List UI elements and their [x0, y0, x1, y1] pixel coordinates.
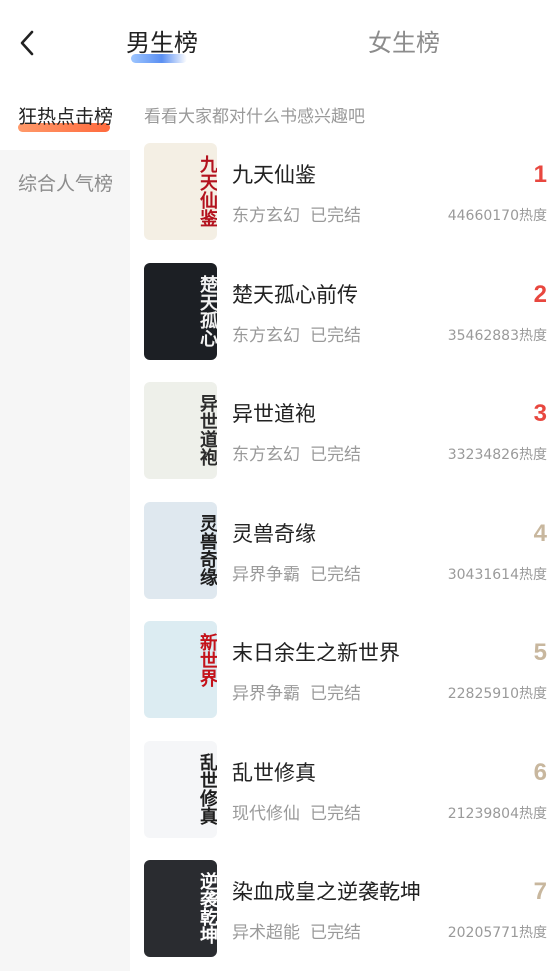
book-meta: 异界争霸 已完结	[232, 560, 361, 585]
rank-number: 1	[533, 161, 547, 188]
book-row[interactable]: 乱世修真 乱世修真 现代修仙 已完结 6 21239804热度	[144, 740, 549, 861]
book-title: 染血成皇之逆袭乾坤	[232, 880, 421, 904]
book-row[interactable]: 异世道袍 异世道袍 东方玄幻 已完结 3 33234826热度	[144, 382, 549, 502]
heat-count: 44660170热度	[447, 208, 547, 224]
heat-count: 20205771热度	[447, 925, 547, 941]
book-title: 楚天孤心前传	[232, 282, 358, 307]
top-bar: 男生榜 女生榜	[0, 0, 560, 92]
heat-count: 33234826热度	[447, 447, 547, 463]
rank-number: 5	[533, 639, 547, 666]
book-genre: 异术超能	[232, 923, 300, 943]
book-ranking-list: 九天仙鉴 九天仙鉴 东方玄幻 已完结 1 44660170热度 楚天孤心 楚天孤心…	[144, 143, 549, 980]
sidebar-item-hot-click[interactable]: 狂热点击榜	[0, 92, 130, 150]
book-row[interactable]: 灵兽奇缘 灵兽奇缘 异界争霸 已完结 4 30431614热度	[144, 501, 549, 622]
book-cover[interactable]: 乱世修真	[144, 740, 217, 838]
book-title: 灵兽奇缘	[232, 521, 316, 546]
book-meta: 东方玄幻 已完结	[232, 321, 361, 346]
rank-number: 2	[533, 280, 547, 308]
book-title: 乱世修真	[232, 760, 316, 785]
cover-title-text: 新世界	[197, 633, 217, 687]
ranking-category-sidebar: 狂热点击榜 综合人气榜	[0, 92, 130, 971]
book-cover[interactable]: 九天仙鉴	[144, 143, 217, 240]
book-row[interactable]: 楚天孤心 楚天孤心前传 东方玄幻 已完结 2 35462883热度	[144, 262, 549, 383]
book-cover[interactable]: 异世道袍	[144, 382, 217, 479]
cover-title-text: 九天仙鉴	[197, 155, 217, 227]
heat-count: 30431614热度	[447, 566, 547, 583]
book-status: 已完结	[310, 206, 361, 226]
back-chevron-left-icon[interactable]	[14, 26, 44, 60]
book-title: 异世道袍	[232, 402, 316, 426]
book-cover[interactable]: 新世界	[144, 621, 217, 718]
cover-title-text: 灵兽奇缘	[197, 513, 217, 586]
cover-title-text: 乱世修真	[197, 752, 217, 825]
sidebar-item-label: 狂热点击榜	[18, 106, 114, 128]
active-tab-indicator	[131, 54, 187, 63]
book-status: 已完结	[310, 325, 361, 346]
cover-title-text: 异世道袍	[197, 394, 217, 466]
book-cover[interactable]: 楚天孤心	[144, 262, 217, 360]
book-title: 九天仙鉴	[232, 163, 316, 187]
tab-female-ranking[interactable]: 女生榜	[368, 26, 440, 60]
cover-title-text: 逆袭乾坤	[197, 872, 217, 944]
book-title: 末日余生之新世界	[232, 641, 400, 665]
book-status: 已完结	[310, 564, 361, 585]
book-meta: 东方玄幻 已完结	[232, 440, 361, 465]
rank-number: 4	[533, 519, 547, 547]
rank-number: 7	[533, 878, 547, 905]
book-meta: 异界争霸 已完结	[232, 679, 361, 704]
book-meta: 现代修仙 已完结	[232, 799, 361, 824]
heat-count: 21239804热度	[447, 805, 547, 822]
rank-number: 3	[533, 400, 547, 427]
book-genre: 现代修仙	[232, 803, 300, 824]
rank-number: 6	[533, 758, 547, 786]
list-hint-text: 看看大家都对什么书感兴趣吧	[144, 107, 365, 127]
heat-count: 22825910热度	[447, 686, 547, 702]
book-status: 已完结	[310, 445, 361, 465]
sidebar-item-popularity[interactable]: 综合人气榜	[0, 155, 130, 213]
book-cover[interactable]: 灵兽奇缘	[144, 501, 217, 599]
book-status: 已完结	[310, 923, 361, 943]
cover-title-text: 楚天孤心	[197, 274, 217, 347]
book-row[interactable]: 九天仙鉴 九天仙鉴 东方玄幻 已完结 1 44660170热度	[144, 143, 549, 263]
book-cover[interactable]: 逆袭乾坤	[144, 860, 217, 957]
book-status: 已完结	[310, 803, 361, 824]
book-genre: 东方玄幻	[232, 325, 300, 346]
book-row[interactable]: 逆袭乾坤 染血成皇之逆袭乾坤 异术超能 已完结 7 20205771热度	[144, 860, 549, 980]
book-genre: 异界争霸	[232, 684, 300, 704]
book-genre: 东方玄幻	[232, 206, 300, 226]
book-meta: 东方玄幻 已完结	[232, 201, 361, 226]
book-row[interactable]: 新世界 末日余生之新世界 异界争霸 已完结 5 22825910热度	[144, 621, 549, 741]
book-genre: 东方玄幻	[232, 445, 300, 465]
sidebar-item-label: 综合人气榜	[18, 173, 114, 195]
book-genre: 异界争霸	[232, 564, 300, 585]
heat-count: 35462883热度	[447, 327, 547, 344]
book-meta: 异术超能 已完结	[232, 918, 361, 943]
book-status: 已完结	[310, 684, 361, 704]
